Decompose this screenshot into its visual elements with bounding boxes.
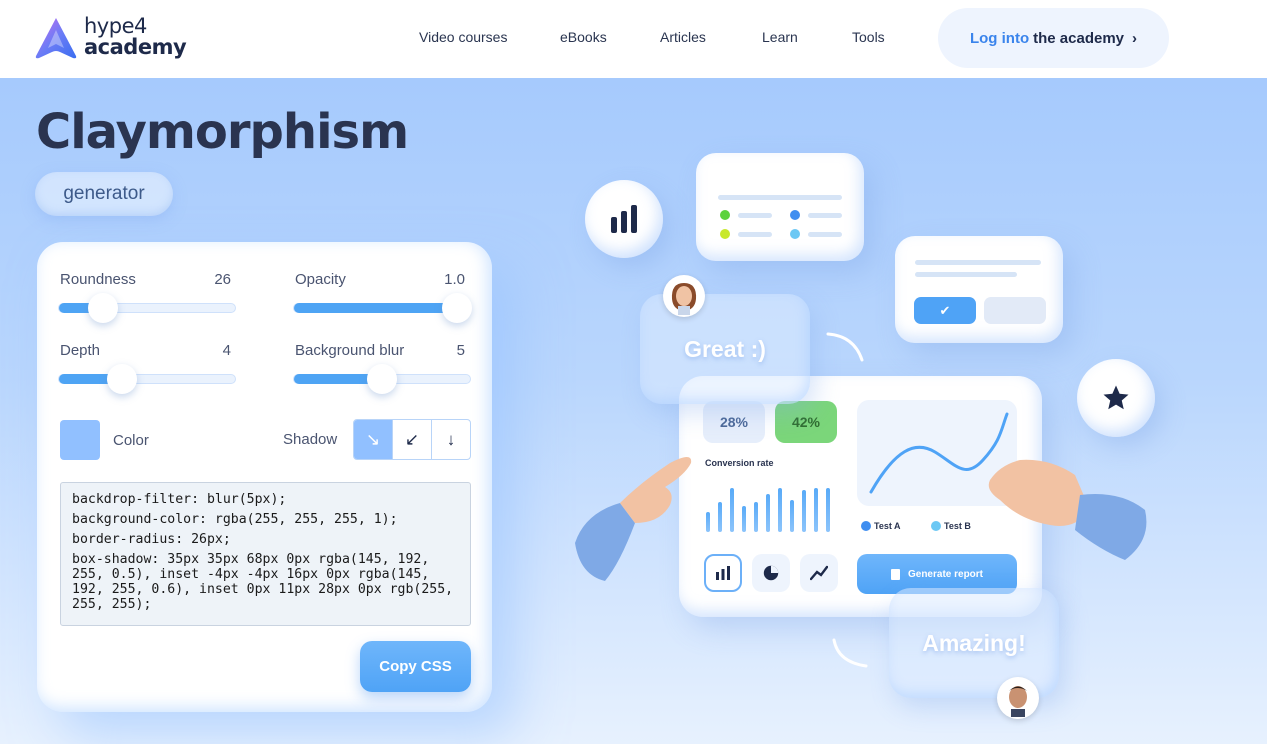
opacity-label: Opacity	[295, 271, 346, 288]
logo[interactable]: hype4 academy	[34, 14, 194, 62]
mini-bar	[778, 488, 782, 532]
depth-label: Depth	[60, 342, 101, 359]
legend-dot	[720, 210, 730, 220]
nav-learn[interactable]: Learn	[762, 29, 798, 45]
legend-dot	[720, 229, 730, 239]
color-label: Color	[113, 432, 149, 449]
shadow-direction-group: ↘ ↙ ↓	[353, 419, 471, 460]
chevron-right-icon: ›	[1132, 29, 1138, 47]
star-circle	[1077, 359, 1155, 437]
percent-b: 42%	[775, 401, 837, 443]
logo-line1: hype4	[84, 14, 147, 38]
generator-badge: generator	[35, 172, 173, 216]
placeholder-line	[718, 195, 842, 200]
great-bubble: Great :)	[640, 294, 810, 404]
css-line: box-shadow: 35px 35px 68px 0px rgba(145,…	[72, 552, 454, 612]
placeholder-line	[808, 232, 842, 237]
logo-mark-icon	[35, 18, 77, 59]
mini-bar	[706, 512, 710, 532]
blur-value: 5	[456, 342, 465, 359]
left-hand-icon	[575, 457, 692, 581]
avatar-woman	[663, 275, 705, 317]
star-icon	[1103, 385, 1129, 410]
nav-articles[interactable]: Articles	[660, 29, 706, 45]
copy-css-button[interactable]: Copy CSS	[360, 641, 471, 692]
placeholder-line	[738, 232, 772, 237]
right-hand-icon	[988, 459, 1147, 560]
opacity-handle[interactable]	[442, 293, 472, 323]
color-swatch[interactable]	[60, 420, 100, 460]
form-card: ✔	[895, 236, 1063, 343]
css-output[interactable]: backdrop-filter: blur(5px); background-c…	[60, 482, 471, 626]
depth-handle[interactable]	[107, 364, 138, 394]
page-title: Claymorphism	[36, 104, 409, 160]
blur-label: Background blur	[295, 342, 405, 359]
document-icon	[890, 568, 900, 580]
blur-slider[interactable]	[293, 364, 471, 394]
hero-section: Claymorphism generator Roundness 26 Opac…	[0, 78, 1267, 744]
percent-a: 28%	[703, 401, 765, 443]
placeholder-line	[915, 272, 1017, 277]
login-label-part2: the academy	[1033, 29, 1125, 47]
bar-chart-circle	[585, 180, 663, 258]
roundness-value: 26	[214, 271, 231, 288]
placeholder-line	[808, 213, 842, 218]
nav-tools[interactable]: Tools	[852, 29, 885, 45]
roundness-slider[interactable]	[58, 293, 236, 323]
legend-dot	[790, 210, 800, 220]
depth-value: 4	[222, 342, 231, 359]
mini-bar	[754, 502, 758, 532]
conversion-label: Conversion rate	[705, 458, 774, 468]
pie-view-icon	[752, 554, 790, 592]
decorative-arc-icon	[826, 332, 864, 362]
depth-slider[interactable]	[58, 364, 236, 394]
legend-dot	[790, 229, 800, 239]
mini-bar	[766, 494, 770, 532]
nav-ebooks[interactable]: eBooks	[560, 29, 607, 45]
avatar-man	[997, 677, 1039, 719]
decorative-arc-icon	[832, 638, 868, 668]
blur-handle[interactable]	[367, 364, 397, 394]
mini-bar	[802, 490, 806, 532]
css-line: backdrop-filter: blur(5px);	[72, 492, 287, 507]
logo-line2: academy	[84, 35, 187, 59]
site-header: hype4 academy Video courses eBooks Artic…	[0, 0, 1267, 78]
legend-card	[696, 153, 864, 261]
placeholder-button	[984, 297, 1046, 324]
login-button[interactable]: Log into the academy ›	[938, 8, 1169, 68]
line-view-icon	[800, 554, 838, 592]
css-line: border-radius: 26px;	[72, 532, 231, 547]
placeholder-line	[738, 213, 772, 218]
nav-video-courses[interactable]: Video courses	[419, 29, 507, 45]
test-a-dot	[861, 521, 871, 531]
mini-bar	[718, 502, 722, 532]
bar-view-icon	[704, 554, 742, 592]
shadow-bottom-right-button[interactable]: ↘	[354, 420, 392, 459]
shadow-label: Shadow	[283, 431, 338, 448]
roundness-handle[interactable]	[88, 293, 118, 323]
css-line: background-color: rgba(255, 255, 255, 1)…	[72, 512, 398, 527]
mini-bar	[814, 488, 818, 532]
amazing-bubble: Amazing!	[889, 588, 1059, 698]
mini-bar	[730, 488, 734, 532]
test-a-label: Test A	[874, 521, 901, 531]
shadow-bottom-left-button[interactable]: ↙	[392, 420, 431, 459]
opacity-slider[interactable]	[293, 293, 472, 323]
generate-report-label: Generate report	[907, 568, 984, 580]
login-label-part1: Log into	[969, 29, 1030, 47]
roundness-label: Roundness	[60, 271, 136, 288]
mini-bar	[742, 506, 746, 532]
placeholder-line	[915, 260, 1041, 265]
test-b-label: Test B	[944, 521, 971, 531]
test-b-dot	[931, 521, 941, 531]
mini-bar	[826, 488, 830, 532]
mini-bar	[790, 500, 794, 532]
check-icon: ✔	[914, 297, 976, 324]
opacity-value: 1.0	[444, 271, 465, 288]
shadow-bottom-button[interactable]: ↓	[431, 420, 470, 459]
generator-panel: Roundness 26 Opacity 1.0 Depth 4 Backgro…	[37, 242, 492, 712]
bar-chart-icon	[611, 205, 637, 233]
